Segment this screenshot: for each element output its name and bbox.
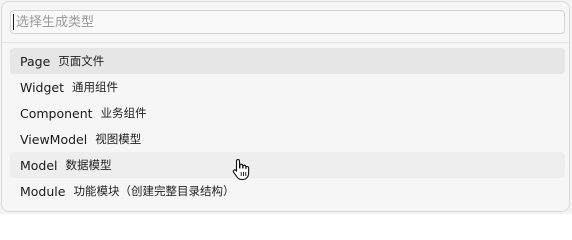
- text-caret: [13, 14, 14, 30]
- hand-pointer-icon: [232, 158, 250, 180]
- search-box[interactable]: [10, 10, 565, 34]
- option-page[interactable]: Page 页面文件: [10, 48, 565, 74]
- option-description: 页面文件: [58, 54, 105, 68]
- page: Page 页面文件 Widget 通用组件 Component 业务组件 Vie…: [0, 0, 572, 214]
- quick-pick-panel: Page 页面文件 Widget 通用组件 Component 业务组件 Vie…: [1, 1, 570, 212]
- option-label: Model: [20, 157, 58, 173]
- option-label: Widget: [20, 79, 65, 95]
- option-label: ViewModel: [20, 131, 88, 147]
- option-viewmodel[interactable]: ViewModel 视图模型: [10, 126, 565, 152]
- option-list: Page 页面文件 Widget 通用组件 Component 业务组件 Vie…: [10, 48, 565, 204]
- option-model[interactable]: Model 数据模型: [10, 152, 565, 178]
- option-description: 数据模型: [65, 158, 112, 172]
- option-description: 视图模型: [95, 132, 142, 146]
- option-description: 业务组件: [100, 106, 147, 120]
- divider: [2, 42, 569, 43]
- option-label: Component: [20, 105, 93, 121]
- option-description: 功能模块（创建完整目录结构）: [73, 184, 235, 198]
- option-label: Module: [20, 183, 66, 199]
- search-input[interactable]: [16, 14, 536, 30]
- option-widget[interactable]: Widget 通用组件: [10, 74, 565, 100]
- option-label: Page: [20, 53, 51, 69]
- option-description: 通用组件: [72, 80, 119, 94]
- option-module[interactable]: Module 功能模块（创建完整目录结构）: [10, 178, 565, 204]
- option-component[interactable]: Component 业务组件: [10, 100, 565, 126]
